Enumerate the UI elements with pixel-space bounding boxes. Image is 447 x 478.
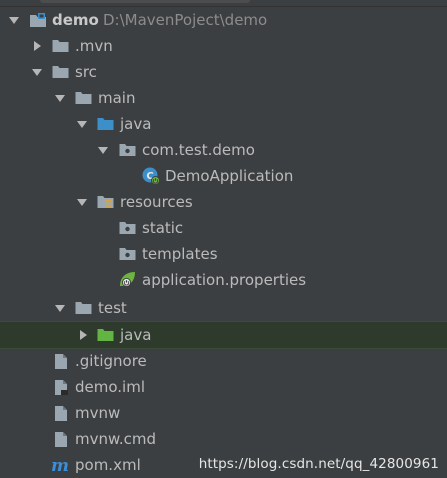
tree-row-test[interactable]: test xyxy=(0,295,447,321)
chevron-down-icon[interactable] xyxy=(54,302,66,314)
folder-icon xyxy=(51,63,69,81)
chevron-down-icon[interactable] xyxy=(54,92,66,104)
resources-root-folder-icon xyxy=(96,193,114,211)
tree-item-label: templates xyxy=(142,245,218,263)
tree-item-label: com.test.demo xyxy=(142,141,255,159)
root-label: demo xyxy=(52,11,99,29)
test-root-folder-icon xyxy=(96,326,114,344)
tree-item-label: static xyxy=(142,219,184,237)
tree-row-templates[interactable]: templates xyxy=(0,241,447,267)
spring-boot-application-class-icon: C xyxy=(141,166,161,186)
folder-icon xyxy=(51,37,69,55)
partial-tab xyxy=(40,0,250,3)
chevron-down-icon[interactable] xyxy=(76,118,88,130)
project-tool-window: demo D:\MavenPoject\demo .mvn src main j… xyxy=(0,0,447,478)
text-file-icon xyxy=(52,404,70,422)
chevron-down-icon[interactable] xyxy=(97,144,109,156)
package-icon xyxy=(118,219,136,237)
chevron-right-icon[interactable] xyxy=(31,40,43,52)
tree-item-label: mvnw xyxy=(75,404,121,422)
tree-row-java-main[interactable]: java xyxy=(0,111,447,137)
tree-row-src[interactable]: src xyxy=(0,59,447,85)
tree-item-label: application.properties xyxy=(142,271,307,289)
folder-icon xyxy=(74,299,92,317)
tree-item-label: demo.iml xyxy=(75,378,145,396)
tree-item-label: main xyxy=(98,89,136,107)
package-icon xyxy=(118,141,136,159)
tree-item-label: java xyxy=(120,326,152,344)
tree-row-demo-iml[interactable]: demo.iml xyxy=(0,374,447,400)
tree-item-label: .gitignore xyxy=(75,352,147,370)
chevron-down-icon[interactable] xyxy=(31,66,43,78)
tree-row-static[interactable]: static xyxy=(0,215,447,241)
tree-item-label: mvnw.cmd xyxy=(75,430,157,448)
tree-row-mvnw[interactable]: mvnw xyxy=(0,400,447,426)
tree-row-application-properties[interactable]: application.properties xyxy=(0,267,447,293)
tree-row-demo-application[interactable]: C DemoApplication xyxy=(0,163,447,189)
tree-row-main[interactable]: main xyxy=(0,85,447,111)
folder-icon xyxy=(74,89,92,107)
svg-text:m: m xyxy=(51,457,69,473)
text-file-icon xyxy=(52,430,70,448)
text-file-icon xyxy=(52,352,70,370)
top-tab-strip xyxy=(0,0,447,7)
tree-row-root[interactable]: demo D:\MavenPoject\demo xyxy=(0,7,447,33)
tree-item-label: DemoApplication xyxy=(165,167,294,185)
package-icon xyxy=(118,245,136,263)
module-folder-icon xyxy=(29,11,47,29)
spring-properties-file-icon xyxy=(118,270,138,290)
tree-row-package[interactable]: com.test.demo xyxy=(0,137,447,163)
tree-item-label: resources xyxy=(120,193,193,211)
chevron-down-icon[interactable] xyxy=(8,14,20,26)
tree-row-mvnw-cmd[interactable]: mvnw.cmd xyxy=(0,426,447,452)
tree-row-gitignore[interactable]: .gitignore xyxy=(0,348,447,374)
maven-icon: m xyxy=(51,456,69,474)
iml-file-icon xyxy=(52,378,70,396)
tree-item-label: .mvn xyxy=(75,37,113,55)
chevron-right-icon[interactable] xyxy=(77,329,89,341)
tree-row-resources[interactable]: resources xyxy=(0,189,447,215)
watermark-text: https://blog.csdn.net/qq_42800961 xyxy=(198,456,439,472)
chevron-down-icon[interactable] xyxy=(76,196,88,208)
tree-item-label: java xyxy=(120,115,152,133)
tree-item-label: test xyxy=(98,299,127,317)
tree-item-label: pom.xml xyxy=(75,456,141,474)
root-path: D:\MavenPoject\demo xyxy=(103,11,268,29)
tree-row-mvn[interactable]: .mvn xyxy=(0,33,447,59)
tree-row-java-test[interactable]: java xyxy=(0,321,447,349)
tree-item-label: src xyxy=(75,63,97,81)
source-root-folder-icon xyxy=(96,115,114,133)
